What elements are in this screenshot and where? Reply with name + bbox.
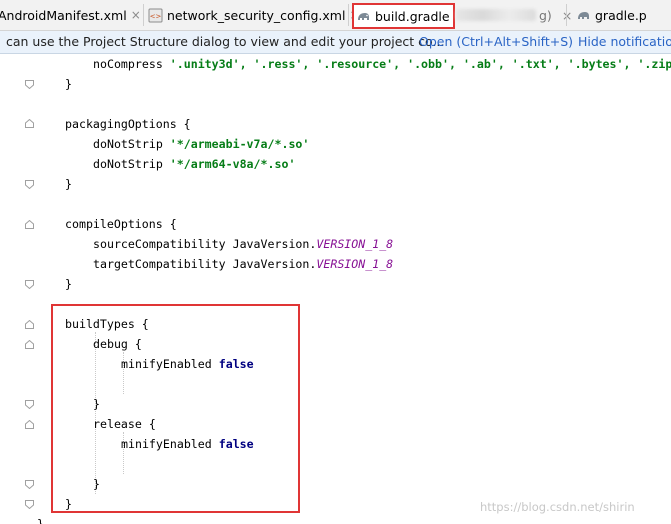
code-line-compile-options: compileOptions { bbox=[65, 217, 177, 231]
close-icon[interactable]: × bbox=[562, 8, 572, 23]
tab-gradle-properties[interactable]: gradle.p bbox=[576, 0, 647, 30]
fold-end-icon[interactable] bbox=[25, 480, 34, 489]
code-line-debug: debug { bbox=[93, 337, 142, 351]
fold-start-icon[interactable] bbox=[25, 220, 34, 229]
fold-end-icon[interactable] bbox=[25, 400, 34, 409]
code-line-source-compat: sourceCompatibility JavaVersion.VERSION_… bbox=[93, 234, 393, 254]
fold-end-icon[interactable] bbox=[25, 180, 34, 189]
code-line-packaging-options: packagingOptions { bbox=[65, 117, 191, 131]
code-line: } bbox=[65, 177, 72, 191]
fold-end-icon[interactable] bbox=[25, 280, 34, 289]
tab-divider bbox=[566, 4, 567, 26]
redacted-text bbox=[456, 9, 536, 21]
tab-label: gradle.p bbox=[595, 7, 647, 23]
code-line: } bbox=[93, 477, 100, 491]
code-line-donotstrip: doNotStrip '*/arm64-v8a/*.so' bbox=[93, 154, 295, 174]
hide-notification-link[interactable]: Hide notification bbox=[578, 34, 671, 49]
fold-start-icon[interactable] bbox=[25, 420, 34, 429]
code-keyword: false bbox=[218, 357, 254, 371]
code-token: doNotStrip bbox=[93, 157, 170, 171]
code-token: sourceCompatibility JavaVersion. bbox=[93, 237, 317, 251]
project-structure-notification: can use the Project Structure dialog to … bbox=[0, 31, 671, 54]
fold-end-icon[interactable] bbox=[25, 500, 34, 509]
fold-start-icon[interactable] bbox=[25, 119, 34, 128]
code-token: targetCompatibility JavaVersion. bbox=[93, 257, 317, 271]
close-icon[interactable]: × bbox=[131, 8, 141, 22]
tab-suffix: g) bbox=[539, 7, 552, 23]
tab-build-gradle-module[interactable]: g) × bbox=[456, 0, 572, 30]
code-line-build-types: buildTypes { bbox=[65, 317, 149, 331]
xml-file-icon: <> bbox=[148, 8, 163, 22]
code-editor[interactable]: noCompress '.unity3d', '.ress', '.resour… bbox=[0, 54, 671, 524]
code-keyword: false bbox=[218, 437, 254, 451]
code-line-minify: minifyEnabled false bbox=[121, 354, 254, 374]
code-field: VERSION_1_8 bbox=[316, 237, 394, 251]
code-line-minify: minifyEnabled false bbox=[121, 434, 254, 454]
tab-label: AndroidManifest.xml bbox=[0, 7, 127, 23]
tab-network-security-config[interactable]: <> network_security_config.xml × bbox=[148, 0, 360, 30]
watermark: https://blog.csdn.net/shirin bbox=[480, 500, 635, 514]
highlight-annotation-box bbox=[51, 304, 300, 513]
open-project-structure-link[interactable]: Open (Ctrl+Alt+Shift+S) bbox=[419, 34, 573, 49]
tab-build-gradle[interactable]: build.gradle bbox=[352, 3, 455, 29]
code-field: VERSION_1_8 bbox=[316, 257, 394, 271]
code-line-target-compat: targetCompatibility JavaVersion.VERSION_… bbox=[93, 254, 393, 274]
code-line-nocompress: noCompress '.unity3d', '.ress', '.resour… bbox=[93, 54, 671, 74]
code-token: minifyEnabled bbox=[121, 357, 219, 371]
code-token: doNotStrip bbox=[93, 137, 170, 151]
code-line: } bbox=[37, 517, 44, 524]
code-line-release: release { bbox=[93, 417, 156, 431]
code-line: } bbox=[93, 397, 100, 411]
code-line-donotstrip: doNotStrip '*/armeabi-v7a/*.so' bbox=[93, 134, 309, 154]
code-line: } bbox=[65, 277, 72, 291]
code-string: '.unity3d', '.ress', '.resource', '.obb'… bbox=[169, 57, 671, 71]
tab-label: network_security_config.xml bbox=[167, 7, 346, 23]
fold-end-icon[interactable] bbox=[25, 80, 34, 89]
code-token: noCompress bbox=[93, 57, 170, 71]
fold-start-icon[interactable] bbox=[25, 340, 34, 349]
gradle-elephant-icon bbox=[578, 11, 589, 19]
editor-tab-bar: AndroidManifest.xml × <> network_securit… bbox=[0, 0, 671, 31]
editor-gutter bbox=[0, 54, 44, 524]
notification-message: can use the Project Structure dialog to … bbox=[6, 34, 445, 49]
gradle-elephant-icon bbox=[358, 12, 369, 20]
tab-divider bbox=[143, 4, 144, 26]
tab-label: build.gradle bbox=[375, 8, 450, 24]
code-line: } bbox=[65, 497, 72, 511]
fold-start-icon[interactable] bbox=[25, 320, 34, 329]
code-string: '*/arm64-v8a/*.so' bbox=[169, 157, 296, 171]
code-token: minifyEnabled bbox=[121, 437, 219, 451]
tab-divider bbox=[348, 4, 349, 26]
code-line: } bbox=[65, 77, 72, 91]
code-string: '*/armeabi-v7a/*.so' bbox=[169, 137, 310, 151]
tab-androidmanifest[interactable]: AndroidManifest.xml × bbox=[0, 0, 141, 30]
svg-text:<>: <> bbox=[150, 12, 162, 20]
